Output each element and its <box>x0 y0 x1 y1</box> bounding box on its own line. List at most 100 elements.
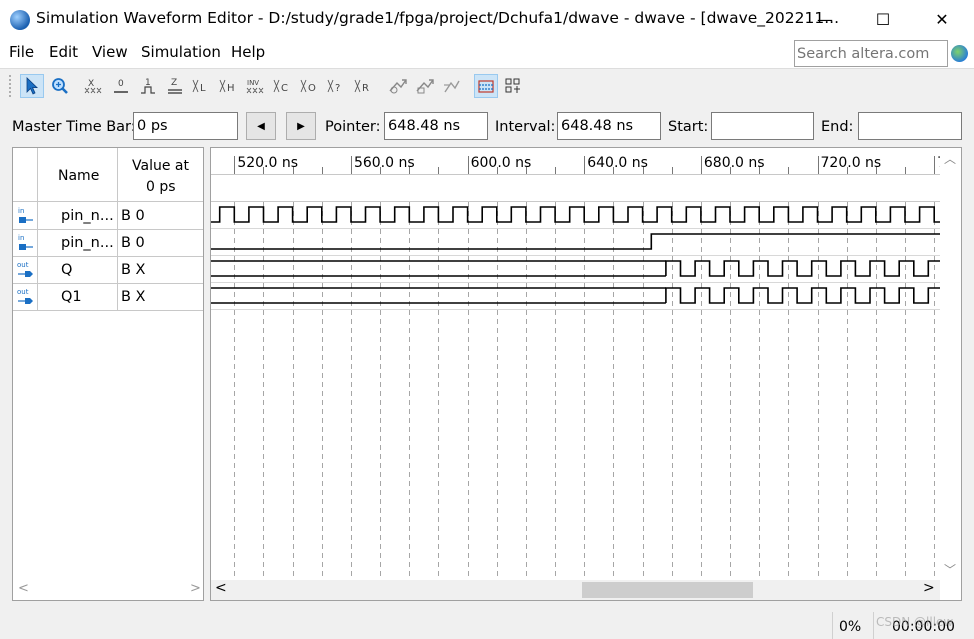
output-pin-icon: out <box>17 261 33 277</box>
weak-high-icon[interactable]: H <box>217 74 241 98</box>
menu-simulation[interactable]: Simulation <box>141 43 221 61</box>
tool-label-l: L <box>200 83 206 94</box>
pointer-field[interactable]: 648.48 ns <box>384 112 488 140</box>
generate-netlist-icon[interactable] <box>440 74 464 98</box>
signal-name: Q <box>61 262 73 278</box>
waveform-canvas[interactable]: 520.0 ns 560.0 ns 600.0 ns 640.0 ns 680.0 ns… <box>211 148 940 580</box>
signal-list-pane: Name Value at 0 ps in pin_n... B 0 in pi… <box>12 147 204 601</box>
scroll-right-icon[interactable]: > <box>923 580 935 596</box>
close-button[interactable]: ✕ <box>913 0 971 38</box>
scroll-down-icon[interactable]: ﹀ <box>944 561 956 578</box>
horizontal-scroll-thumb[interactable] <box>582 582 753 598</box>
forcing-unknown-icon[interactable]: X <box>82 74 106 98</box>
signal-name: Q1 <box>61 289 82 305</box>
toolbar-grip-icon[interactable] <box>8 74 12 98</box>
end-field[interactable] <box>858 112 962 140</box>
menu-edit[interactable]: Edit <box>49 43 78 61</box>
zoom-tool-icon[interactable] <box>48 74 72 98</box>
snap-to-grid-icon[interactable] <box>474 74 498 98</box>
pin-waveform <box>211 233 940 250</box>
signal-value: B 0 <box>121 235 145 251</box>
menu-view[interactable]: View <box>92 43 128 61</box>
name-column-header[interactable]: Name <box>58 168 99 184</box>
window-title: Simulation Waveform Editor - D:/study/gr… <box>36 9 840 27</box>
time-label: 520.0 ns <box>237 155 298 171</box>
signal-name: pin_n... <box>61 208 114 224</box>
globe-icon[interactable] <box>951 45 968 62</box>
svg-text:in: in <box>18 234 24 242</box>
tool-label-o: O <box>308 83 316 94</box>
svg-text:in: in <box>18 207 24 215</box>
value-column-header-line1[interactable]: Value at <box>132 158 189 174</box>
menu-file[interactable]: File <box>9 43 34 61</box>
run-functional-simulation-icon[interactable] <box>386 74 410 98</box>
svg-text:out: out <box>17 261 29 269</box>
output-pin-icon: out <box>17 288 33 304</box>
start-label: Start: <box>668 119 709 135</box>
signal-row[interactable]: out Q1 B X <box>13 284 203 311</box>
time-label: 640.0 ns <box>587 155 648 171</box>
progress-text: 0% <box>839 619 862 635</box>
tool-label-question: ? <box>335 83 340 94</box>
random-values-icon[interactable]: ? <box>325 74 349 98</box>
scroll-left-icon[interactable]: < <box>215 580 227 596</box>
status-divider <box>832 612 833 639</box>
clock-waveform <box>211 206 940 223</box>
overwrite-clock-icon[interactable]: O <box>298 74 322 98</box>
pointer-label: Pointer: <box>325 119 381 135</box>
search-input[interactable] <box>794 40 948 67</box>
next-transition-button[interactable]: ▶ <box>286 112 316 140</box>
master-time-bar-label: Master Time Bar: <box>12 119 136 135</box>
time-label: 680.0 ns <box>704 155 765 171</box>
minimize-button[interactable]: — <box>796 0 854 38</box>
high-impedance-icon[interactable]: Z <box>163 74 187 98</box>
master-time-bar-field[interactable]: 0 ps <box>133 112 238 140</box>
title-bar: Simulation Waveform Editor - D:/study/gr… <box>0 0 974 38</box>
toolbar: X 0 1 Z L H INV C O ? R <box>0 68 974 102</box>
run-timing-simulation-icon[interactable] <box>413 74 437 98</box>
count-value-icon[interactable]: C <box>271 74 295 98</box>
tool-label-z: Z <box>171 78 177 88</box>
tool-label-0: 0 <box>118 79 124 89</box>
waveform-pane[interactable]: 520.0 ns 560.0 ns 600.0 ns 640.0 ns 680.0 ns… <box>210 147 962 601</box>
watermark: CSDN @lllew <box>876 615 954 629</box>
forcing-low-icon[interactable]: 0 <box>109 74 133 98</box>
signal-list-horizontal-scrollbar[interactable]: < > <box>13 580 203 600</box>
status-divider <box>873 612 874 639</box>
maximize-button[interactable]: ☐ <box>854 0 912 38</box>
start-field[interactable] <box>711 112 814 140</box>
interval-label: Interval: <box>495 119 556 135</box>
time-label: 560.0 ns <box>354 155 415 171</box>
sort-icon[interactable] <box>501 74 525 98</box>
weak-low-icon[interactable]: L <box>190 74 214 98</box>
output-waveform <box>665 260 940 277</box>
waveform-vertical-scrollbar[interactable]: ︿ ﹀ <box>940 148 961 580</box>
arbitrary-value-icon[interactable]: R <box>352 74 376 98</box>
output-waveform <box>665 287 940 304</box>
tool-label-inv: INV <box>247 79 259 87</box>
signal-value: B 0 <box>121 208 145 224</box>
signal-value: B X <box>121 262 146 278</box>
status-bar: 0% 00:00:00 CSDN @lllew <box>0 612 974 639</box>
interval-field[interactable]: 648.48 ns <box>557 112 661 140</box>
scroll-right-icon[interactable]: > <box>190 581 201 596</box>
tool-label-x: X <box>88 79 94 89</box>
selection-tool-icon[interactable] <box>20 74 44 98</box>
signal-row[interactable]: in pin_n... B 0 <box>13 230 203 257</box>
waveform-horizontal-scrollbar[interactable]: < > <box>211 580 940 600</box>
time-label: 720.0 ns <box>821 155 882 171</box>
forcing-high-icon[interactable]: 1 <box>136 74 160 98</box>
input-pin-icon: in <box>18 234 33 250</box>
signal-row[interactable]: in pin_n... B 0 <box>13 203 203 230</box>
signal-row[interactable]: out Q B X <box>13 257 203 284</box>
invert-icon[interactable]: INV <box>244 74 268 98</box>
tool-label-r: R <box>362 83 369 94</box>
quartus-app-icon <box>10 10 30 30</box>
tool-label-h: H <box>227 83 235 94</box>
scroll-left-icon[interactable]: < <box>18 581 29 596</box>
menu-help[interactable]: Help <box>231 43 265 61</box>
previous-transition-button[interactable]: ◀ <box>246 112 276 140</box>
time-bar: Master Time Bar: 0 ps ◀ ▶ Pointer: 648.4… <box>0 103 974 145</box>
scroll-up-icon[interactable]: ︿ <box>944 150 956 167</box>
signal-name: pin_n... <box>61 235 114 251</box>
